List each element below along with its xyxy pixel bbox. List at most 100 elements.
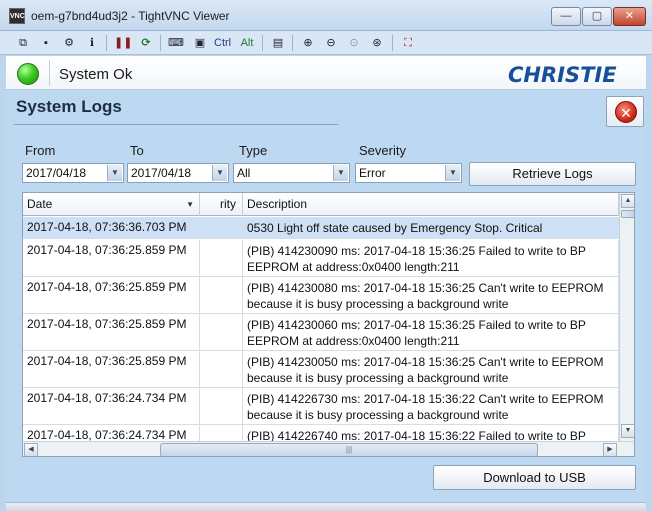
scroll-up-icon[interactable]: ▲ xyxy=(621,194,634,208)
log-description-line: (PIB) 414230090 ms: 2017-04-18 15:36:25 … xyxy=(247,244,586,258)
from-date-picker[interactable]: 2017/04/18 ▼ xyxy=(22,163,124,183)
log-description-line: because it is busy processing a backgrou… xyxy=(247,371,509,385)
severity-label: Severity xyxy=(359,143,406,158)
table-row[interactable]: 2017-04-18, 07:36:36.703 PM 0530 Light of… xyxy=(23,217,619,239)
log-description-line: EEPROM at address:0x0400 length:211 xyxy=(247,334,460,348)
scroll-right-icon[interactable]: ▶ xyxy=(603,443,617,456)
pause-icon[interactable]: ❚❚ xyxy=(114,34,132,52)
zoom-out-icon[interactable]: ⊖ xyxy=(323,34,339,52)
new-connection-icon[interactable]: ⧉ xyxy=(15,34,31,52)
clipboard-icon[interactable]: ▤ xyxy=(270,34,286,52)
log-description-cell: (PIB) 414230080 ms: 2017-04-18 15:36:25 … xyxy=(243,277,619,313)
scroll-down-icon[interactable]: ▼ xyxy=(621,424,634,438)
maximize-button[interactable]: ▢ xyxy=(582,7,612,26)
table-row[interactable]: 2017-04-18, 07:36:25.859 PM (PIB) 4142300… xyxy=(23,314,619,351)
title-underline xyxy=(14,124,338,125)
close-window-button[interactable]: ✕ xyxy=(613,7,646,26)
scroll-left-icon[interactable]: ◀ xyxy=(24,443,38,456)
log-date-cell: 2017-04-18, 07:36:24.734 PM xyxy=(23,388,200,424)
alt-key-button[interactable]: Alt xyxy=(239,34,255,52)
save-icon[interactable]: ▪ xyxy=(38,34,54,52)
severity-value: Error xyxy=(359,166,386,180)
toolbar-separator xyxy=(392,35,393,51)
vnc-toolbar: ⧉ ▪ ⚙ ℹ ❚❚ ⟳ ⌨ ▣ Ctrl Alt ▤ ⊕ ⊖ ⊙ ⊛ ⛶ xyxy=(0,31,652,55)
status-text: System Ok xyxy=(59,66,133,83)
close-panel-button[interactable]: ✕ xyxy=(606,96,644,127)
vertical-scroll-thumb[interactable] xyxy=(621,210,634,218)
column-header-date[interactable]: Date ▼ xyxy=(23,193,200,216)
toolbar-separator xyxy=(106,35,107,51)
table-row[interactable]: 2017-04-18, 07:36:25.859 PM (PIB) 4142300… xyxy=(23,240,619,277)
status-divider xyxy=(49,60,50,86)
log-date-cell: 2017-04-18, 07:36:25.859 PM xyxy=(23,277,200,313)
ctrl-alt-del-icon[interactable]: ▣ xyxy=(192,34,208,52)
zoom-in-icon[interactable]: ⊕ xyxy=(300,34,316,52)
retrieve-logs-button[interactable]: Retrieve Logs xyxy=(469,162,636,186)
table-row[interactable]: 2017-04-18, 07:36:25.859 PM (PIB) 4142300… xyxy=(23,277,619,314)
severity-select[interactable]: Error ▼ xyxy=(355,163,462,183)
table-row[interactable]: 2017-04-18, 07:36:25.859 PM (PIB) 4142300… xyxy=(23,351,619,388)
page-title: System Logs xyxy=(16,97,122,116)
vertical-scrollbar[interactable]: ▲ ▼ xyxy=(619,193,634,441)
type-value: All xyxy=(237,166,251,180)
fullscreen-icon[interactable]: ⛶ xyxy=(400,34,416,52)
log-severity-cell xyxy=(200,217,243,238)
horizontal-scrollbar[interactable]: ◀ ||| ▶ xyxy=(23,441,634,456)
toolbar-separator xyxy=(262,35,263,51)
grid-header: Date ▼ rity Description xyxy=(23,193,619,216)
options-icon[interactable]: ⚙ xyxy=(61,34,77,52)
log-severity-cell xyxy=(200,388,243,424)
log-date-cell: 2017-04-18, 07:36:25.859 PM xyxy=(23,314,200,350)
toolbar-separator xyxy=(292,35,293,51)
download-to-usb-button[interactable]: Download to USB xyxy=(433,465,636,490)
table-row[interactable]: 2017-04-18, 07:36:24.734 PM (PIB) 4142267… xyxy=(23,388,619,425)
log-description-line: because it is busy processing a backgrou… xyxy=(247,297,509,311)
horizontal-scroll-thumb[interactable]: ||| xyxy=(160,443,538,456)
log-description-cell: (PIB) 414230090 ms: 2017-04-18 15:36:25 … xyxy=(243,240,619,276)
ctrl-key-button[interactable]: Ctrl xyxy=(214,34,231,52)
to-date-value: 2017/04/18 xyxy=(131,166,192,180)
status-ok-icon xyxy=(17,63,39,85)
log-description-line: (PIB) 414230080 ms: 2017-04-18 15:36:25 … xyxy=(247,281,604,295)
log-description-line: (PIB) 414230060 ms: 2017-04-18 15:36:25 … xyxy=(247,318,586,332)
column-header-description[interactable]: Description xyxy=(243,193,619,216)
info-icon[interactable]: ℹ xyxy=(84,34,100,52)
log-date-cell: 2017-04-18, 07:36:36.703 PM xyxy=(23,217,200,238)
log-description-line: because it is busy processing a backgrou… xyxy=(247,408,509,422)
from-label: From xyxy=(25,143,56,158)
to-label: To xyxy=(130,143,144,158)
christie-logo: CHRISTIE xyxy=(508,63,617,87)
minimize-button[interactable]: — xyxy=(551,7,581,26)
toolbar-separator xyxy=(160,35,161,51)
log-severity-cell xyxy=(200,351,243,387)
log-severity-cell xyxy=(200,314,243,350)
chevron-down-icon[interactable]: ▼ xyxy=(107,165,122,181)
column-header-label: Date xyxy=(27,197,53,211)
log-description-cell: (PIB) 414226730 ms: 2017-04-18 15:36:22 … xyxy=(243,388,619,424)
vnc-app-icon: VNC xyxy=(9,8,25,24)
log-description-line: 0530 Light off state caused by Emergency… xyxy=(247,221,543,235)
from-date-value: 2017/04/18 xyxy=(26,166,87,180)
window-titlebar: VNC oem-g7bnd4ud3j2 - TightVNC Viewer — … xyxy=(0,0,652,31)
log-severity-cell xyxy=(200,277,243,313)
zoom-fit-icon[interactable]: ⊛ xyxy=(369,34,385,52)
to-date-picker[interactable]: 2017/04/18 ▼ xyxy=(127,163,229,183)
status-bar: System Ok CHRISTIE xyxy=(6,56,646,90)
chevron-down-icon[interactable]: ▼ xyxy=(445,165,460,181)
log-description-line: EEPROM at address:0x0400 length:211 xyxy=(247,260,460,274)
log-description-cell: (PIB) 414230060 ms: 2017-04-18 15:36:25 … xyxy=(243,314,619,350)
log-severity-cell xyxy=(200,240,243,276)
type-label: Type xyxy=(239,143,268,158)
remote-screen: System Ok CHRISTIE System Logs ✕ From To… xyxy=(6,56,646,511)
send-keys-icon[interactable]: ⌨ xyxy=(168,34,184,52)
refresh-icon[interactable]: ⟳ xyxy=(138,34,154,52)
chevron-down-icon[interactable]: ▼ xyxy=(333,165,348,181)
column-header-severity[interactable]: rity xyxy=(200,193,243,216)
zoom-100-icon[interactable]: ⊙ xyxy=(346,34,362,52)
log-date-cell: 2017-04-18, 07:36:25.859 PM xyxy=(23,240,200,276)
chevron-down-icon[interactable]: ▼ xyxy=(212,165,227,181)
close-icon: ✕ xyxy=(615,101,637,123)
log-description-line: (PIB) 414226730 ms: 2017-04-18 15:36:22 … xyxy=(247,392,604,406)
logs-grid[interactable]: Date ▼ rity Description 2017-04-18, 07:3… xyxy=(22,192,635,457)
type-select[interactable]: All ▼ xyxy=(233,163,350,183)
